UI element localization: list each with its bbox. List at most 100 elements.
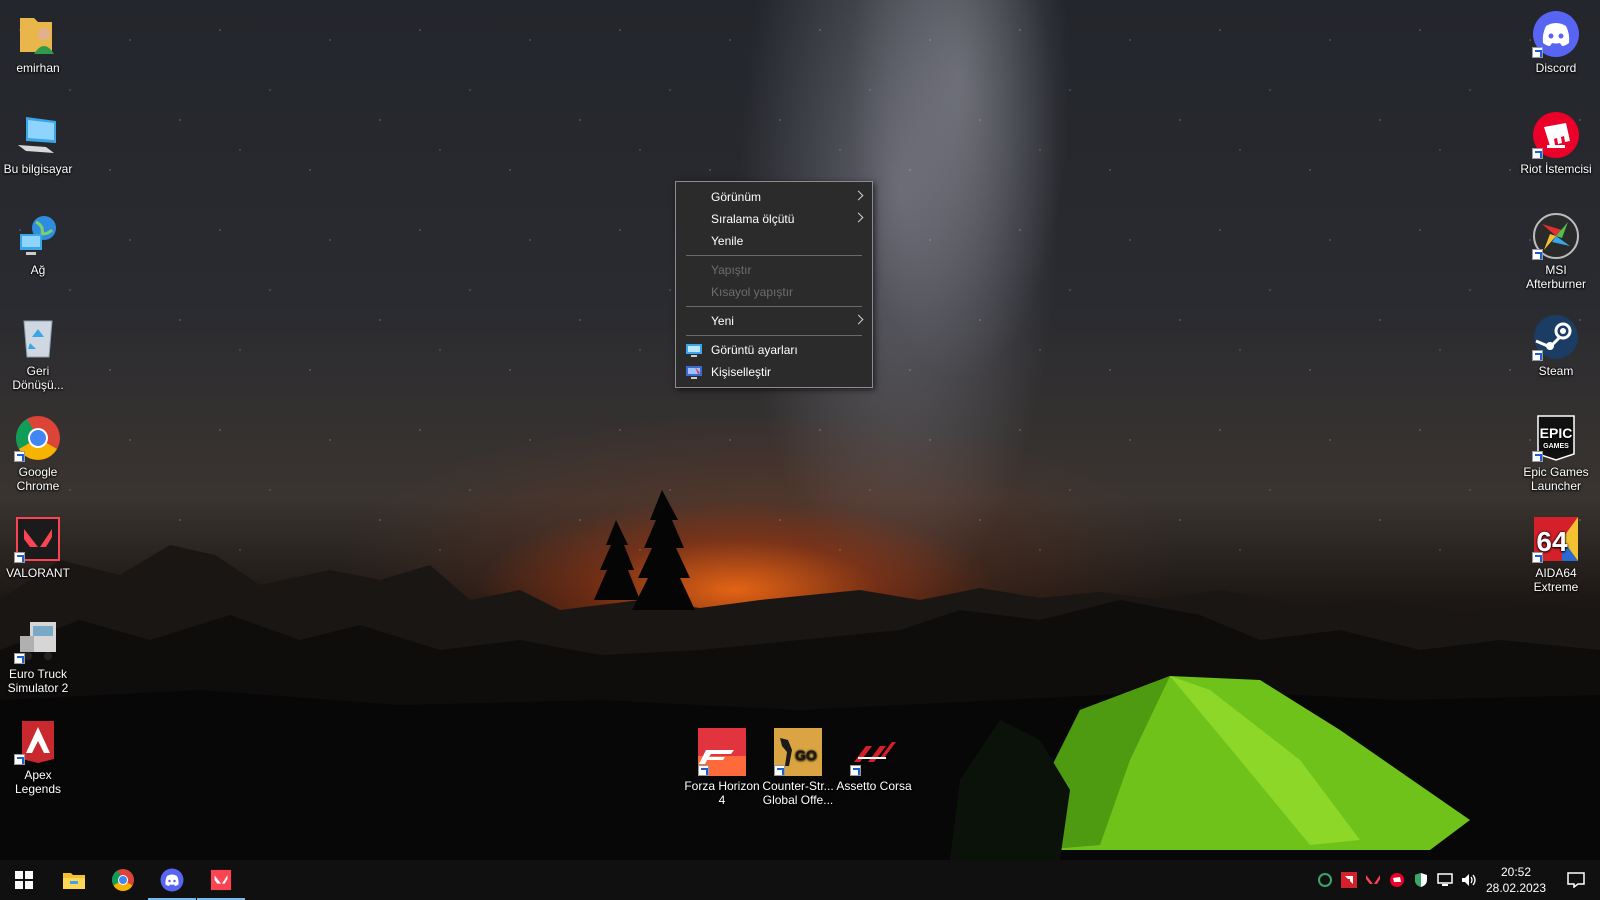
- desktop-icon-discord[interactable]: Discord: [1518, 10, 1594, 75]
- taskbar-discord[interactable]: [148, 860, 196, 900]
- epic-games-icon: EPIC GAMES: [1532, 414, 1580, 462]
- desktop-icon-emirhan[interactable]: emirhan: [0, 10, 76, 75]
- menu-item-gorunum[interactable]: Görünüm: [676, 186, 872, 208]
- icon-label: Euro Truck Simulator 2: [7, 667, 69, 695]
- taskbar-valorant[interactable]: [197, 860, 245, 900]
- tray-network[interactable]: [1433, 860, 1457, 900]
- notification-icon: [1567, 872, 1585, 888]
- clock-time: 20:52: [1500, 865, 1532, 879]
- desktop-icon-aida64-extreme[interactable]: 64 AIDA64 Extreme: [1518, 515, 1594, 594]
- desktop-icon-forza-horizon-4[interactable]: Forza Horizon 4: [684, 728, 760, 807]
- shortcut-arrow-icon: [774, 765, 785, 776]
- icon-label: Counter-Str... Global Offe...: [762, 779, 834, 807]
- file-explorer-icon: [63, 873, 85, 889]
- menu-item-yeni[interactable]: Yeni: [676, 310, 872, 332]
- icon-label: Ağ: [30, 263, 46, 277]
- menu-item-siralama-olcutu[interactable]: Sıralama ölçütü: [676, 208, 872, 230]
- menu-item-label: Yeni: [711, 314, 734, 328]
- taskbar-chrome[interactable]: [99, 860, 147, 900]
- epic-logo-subtext: GAMES: [1543, 443, 1569, 450]
- taskbar-clock[interactable]: 20:52 28.02.2023: [1480, 864, 1552, 896]
- csgo-logo-text: GO: [795, 747, 817, 763]
- discord-icon: [1532, 10, 1580, 58]
- tray-app-security[interactable]: [1409, 860, 1433, 900]
- desktop-icon-riot-istemcisi[interactable]: Riot İstemcisi: [1518, 111, 1594, 176]
- personalize-icon: [686, 366, 702, 379]
- tray-app-amd[interactable]: [1337, 860, 1361, 900]
- desktop-icon-euro-truck-simulator-2[interactable]: Euro Truck Simulator 2: [0, 616, 76, 695]
- desktop-icon-valorant[interactable]: VALORANT: [0, 515, 76, 580]
- start-button[interactable]: [0, 860, 48, 900]
- valorant-icon: [1366, 875, 1380, 884]
- menu-item-label: Yapıştır: [711, 263, 752, 277]
- menu-item-label: Kişiselleştir: [711, 365, 772, 379]
- desktop-icon-ag[interactable]: Ağ: [0, 212, 76, 277]
- aida64-icon: 64: [1532, 515, 1580, 563]
- tray-volume[interactable]: [1457, 860, 1481, 900]
- apex-icon: [14, 717, 62, 765]
- menu-item-kisisellestir[interactable]: Kişiselleştir: [676, 361, 872, 383]
- shortcut-arrow-icon: [1532, 451, 1543, 462]
- icon-label: Assetto Corsa: [836, 779, 912, 793]
- shortcut-arrow-icon: [1532, 249, 1543, 260]
- shortcut-arrow-icon: [1532, 47, 1543, 58]
- discord-icon: [160, 868, 184, 892]
- desktop-icon-msi-afterburner[interactable]: MSI Afterburner: [1518, 212, 1594, 291]
- icon-label: Google Chrome: [16, 465, 60, 493]
- taskbar: 20:52 28.02.2023: [0, 860, 1600, 900]
- icon-label: Apex Legends: [14, 768, 62, 796]
- desktop-icon-bu-bilgisayar[interactable]: Bu bilgisayar: [0, 111, 76, 176]
- chrome-icon: [14, 414, 62, 462]
- assetto-corsa-icon: [850, 728, 898, 776]
- desktop-icon-steam[interactable]: Steam: [1518, 313, 1594, 378]
- action-center-button[interactable]: [1552, 860, 1600, 900]
- tray-app-riot[interactable]: [1385, 860, 1409, 900]
- tray-app-circle[interactable]: [1313, 860, 1337, 900]
- icon-label: emirhan: [16, 61, 60, 75]
- csgo-icon: GO: [774, 728, 822, 776]
- icon-label: AIDA64 Extreme: [1533, 566, 1579, 594]
- desktop[interactable]: emirhan Bu bilgisayar Ağ Geri Dönüşü... …: [0, 0, 1600, 860]
- circle-tray-icon: [1318, 873, 1332, 887]
- valorant-icon: [210, 869, 232, 891]
- taskbar-file-explorer[interactable]: [50, 860, 98, 900]
- shortcut-arrow-icon: [14, 754, 25, 765]
- computer-icon: [14, 111, 62, 159]
- riot-icon: [1532, 111, 1580, 159]
- desktop-icon-google-chrome[interactable]: Google Chrome: [0, 414, 76, 493]
- desktop-icon-assetto-corsa[interactable]: Assetto Corsa: [836, 728, 912, 793]
- menu-item-kisayol-yapistir: Kısayol yapıştır: [676, 281, 872, 303]
- icon-label: Geri Dönüşü...: [12, 364, 64, 392]
- desktop-icon-epic-games-launcher[interactable]: EPIC GAMES Epic Games Launcher: [1518, 414, 1594, 493]
- shortcut-arrow-icon: [1532, 552, 1543, 563]
- menu-item-label: Yenile: [711, 234, 744, 248]
- display-settings-icon: [686, 344, 702, 357]
- desktop-icon-geri-donusum[interactable]: Geri Dönüşü...: [0, 313, 76, 392]
- chevron-right-icon: [853, 314, 864, 325]
- menu-item-yenile[interactable]: Yenile: [676, 230, 872, 252]
- riot-icon: [1390, 873, 1404, 887]
- epic-logo-text: EPIC: [1540, 425, 1573, 441]
- amd-icon: [1341, 872, 1357, 888]
- msi-afterburner-icon: [1532, 212, 1580, 260]
- icon-label: Riot İstemcisi: [1520, 162, 1592, 176]
- icon-label: Forza Horizon 4: [684, 779, 760, 807]
- shortcut-arrow-icon: [698, 765, 709, 776]
- icon-label: Steam: [1538, 364, 1574, 378]
- icon-label: Discord: [1535, 61, 1577, 75]
- menu-item-yapistir: Yapıştır: [676, 259, 872, 281]
- network-icon: [14, 212, 62, 260]
- menu-item-label: Sıralama ölçütü: [711, 212, 795, 226]
- icon-label: Bu bilgisayar: [3, 162, 73, 176]
- icon-label: Epic Games Launcher: [1523, 465, 1589, 493]
- desktop-icon-counter-strike[interactable]: GO Counter-Str... Global Offe...: [760, 728, 836, 807]
- menu-item-goruntu-ayarlari[interactable]: Görüntü ayarları: [676, 339, 872, 361]
- user-folder-icon: [14, 10, 62, 58]
- shortcut-arrow-icon: [14, 552, 25, 563]
- tray-app-valorant[interactable]: [1361, 860, 1385, 900]
- volume-icon: [1462, 874, 1476, 886]
- desktop-icon-apex-legends[interactable]: Apex Legends: [0, 717, 76, 796]
- chevron-right-icon: [853, 190, 864, 201]
- icon-label: MSI Afterburner: [1525, 263, 1587, 291]
- shortcut-arrow-icon: [1532, 148, 1543, 159]
